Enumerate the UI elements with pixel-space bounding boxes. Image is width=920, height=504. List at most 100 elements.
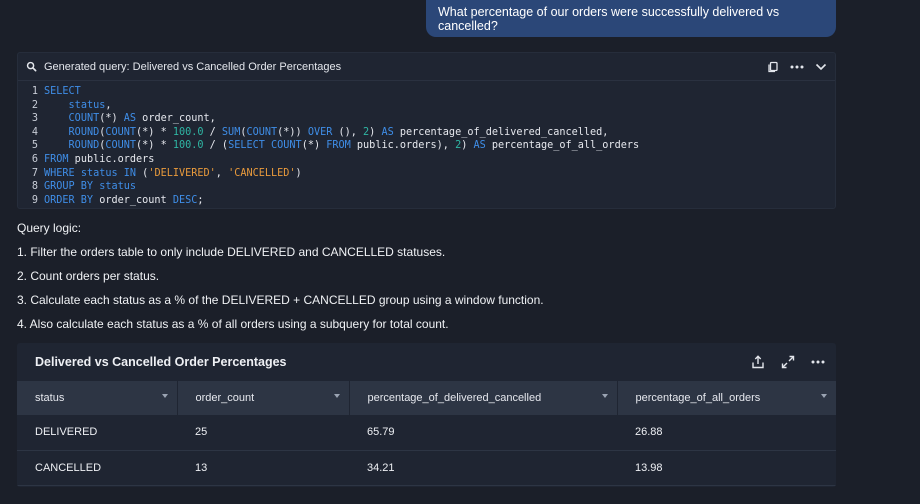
code-line: 9 ORDER BY order_count DESC; (18, 194, 835, 208)
code-token: COUNT (105, 126, 137, 138)
copy-icon[interactable] (765, 59, 781, 75)
line-number: 1 (31, 86, 38, 97)
result-table-card: Delivered vs Cancelled Order Percentages… (17, 343, 836, 487)
code-line: 3 COUNT (*) AS order_count, (18, 112, 835, 126)
code-token: COUNT (271, 140, 302, 152)
sort-caret-icon[interactable] (333, 394, 340, 398)
chevron-down-icon[interactable] (813, 59, 829, 75)
code-token: status (80, 167, 118, 179)
sql-code-block[interactable]: 1 SELECT 2 status, 3 COUNT (*) AS order_coun… (18, 81, 835, 207)
result-table: status order_count percentage_of_deliver… (17, 381, 836, 486)
code-token: public.orders (68, 153, 155, 165)
sort-caret-icon[interactable] (161, 394, 168, 398)
share-icon[interactable] (750, 354, 766, 370)
code-token: status (68, 99, 106, 111)
sort-caret-icon[interactable] (601, 394, 608, 398)
code-token: AS (473, 140, 486, 152)
table-cell: CANCELLED (17, 450, 177, 486)
code-token: public.orders), (350, 140, 456, 152)
code-token: (*) * (136, 126, 173, 138)
code-token: ; (197, 194, 204, 206)
result-card-header: Delivered vs Cancelled Order Percentages (17, 343, 836, 381)
code-token: SELECT (228, 140, 265, 152)
line-number: 3 (31, 113, 38, 125)
code-line: 6 FROM public.orders (18, 153, 835, 167)
code-token: 'CANCELLED' (228, 167, 296, 179)
code-token: SUM (221, 126, 241, 138)
code-token: (*)) (277, 126, 308, 138)
code-token: COUNT (68, 113, 100, 125)
query-logic-section: Query logic: 1. Filter the orders table … (17, 220, 544, 340)
code-token: 100.0 (172, 126, 204, 138)
table-cell: 13 (177, 450, 349, 486)
code-token: 'DELIVERED' (148, 167, 216, 179)
search-icon (26, 61, 38, 73)
table-cell: 13.98 (617, 450, 836, 486)
code-token: ROUND (68, 126, 100, 138)
code-token: AS (381, 126, 394, 138)
user-message-text: What percentage of our orders were succe… (438, 4, 780, 33)
more-icon[interactable] (789, 59, 805, 75)
column-header-percentage-all-orders[interactable]: percentage_of_all_orders (617, 381, 836, 415)
line-number: 8 (31, 181, 38, 193)
column-header-percentage-delivered-cancelled[interactable]: percentage_of_delivered_cancelled (349, 381, 618, 415)
column-header-status[interactable]: status (17, 381, 178, 415)
code-token: (*) (99, 113, 124, 125)
code-token: order_count (93, 194, 173, 206)
code-token: (*) * (136, 140, 173, 152)
line-number: 5 (31, 140, 38, 152)
code-token: FROM (44, 153, 69, 165)
code-token: DESC (172, 194, 198, 206)
column-header-order-count[interactable]: order_count (177, 381, 350, 415)
code-token: OVER (307, 126, 333, 138)
code-token: ( (136, 167, 149, 179)
table-cell: 26.88 (617, 415, 836, 451)
query-logic-step: 4. Also calculate each status as a % of … (17, 317, 449, 331)
code-line: 7 WHERE status IN ('DELIVERED', 'CANCELLE… (18, 167, 835, 181)
code-token: (*) (301, 140, 327, 152)
query-logic-step: 1. Filter the orders table to only inclu… (17, 245, 446, 259)
code-token: FROM (326, 140, 351, 152)
code-token: , (105, 99, 112, 111)
code-token: (), (332, 126, 364, 138)
table-cell: 25 (177, 415, 349, 451)
line-number: 6 (31, 153, 38, 165)
code-token: COUNT (246, 126, 278, 138)
query-card-header[interactable]: Generated query: Delivered vs Cancelled … (18, 53, 835, 81)
more-icon[interactable] (810, 354, 826, 370)
code-line: 1 SELECT (18, 85, 835, 99)
code-token: ROUND (68, 140, 100, 152)
code-token: 100.0 (172, 140, 204, 152)
code-token: / (203, 126, 222, 138)
line-number: 9 (31, 194, 38, 206)
code-token: GROUP BY (44, 181, 94, 193)
code-token: percentage_of_delivered_cancelled, (393, 126, 609, 138)
table-cell: DELIVERED (17, 415, 177, 451)
code-token: , (215, 167, 229, 179)
code-token: / ( (203, 140, 229, 152)
code-token: ) (295, 167, 302, 179)
code-token: SELECT (44, 86, 81, 97)
code-line: 5 ROUND(COUNT (*) * 100.0 / (SELECT COUNT… (18, 139, 835, 153)
code-token: ) (461, 140, 474, 152)
code-line: 4 ROUND(COUNT (*) * 100.0 / SUM(COUNT (*))… (18, 126, 835, 140)
sort-caret-icon[interactable] (821, 394, 827, 398)
table-row: CANCELLED 13 34.21 13.98 (17, 450, 836, 486)
line-number: 7 (31, 167, 38, 179)
table-cell: 34.21 (349, 450, 617, 486)
query-logic-step: 2. Count orders per status. (17, 269, 160, 283)
query-logic-step: 3. Calculate each status as a % of the D… (17, 293, 544, 307)
code-token: status (99, 181, 137, 193)
code-token: percentage_of_all_orders (485, 140, 640, 152)
code-token: AS (123, 113, 137, 125)
query-card-title: Generated query: Delivered vs Cancelled … (44, 60, 342, 73)
result-card-title: Delivered vs Cancelled Order Percentages (35, 355, 287, 369)
table-row: DELIVERED 25 65.79 26.88 (17, 415, 836, 451)
line-number: 4 (31, 126, 38, 138)
query-logic-heading: Query logic: (17, 221, 82, 235)
expand-icon[interactable] (780, 354, 796, 370)
